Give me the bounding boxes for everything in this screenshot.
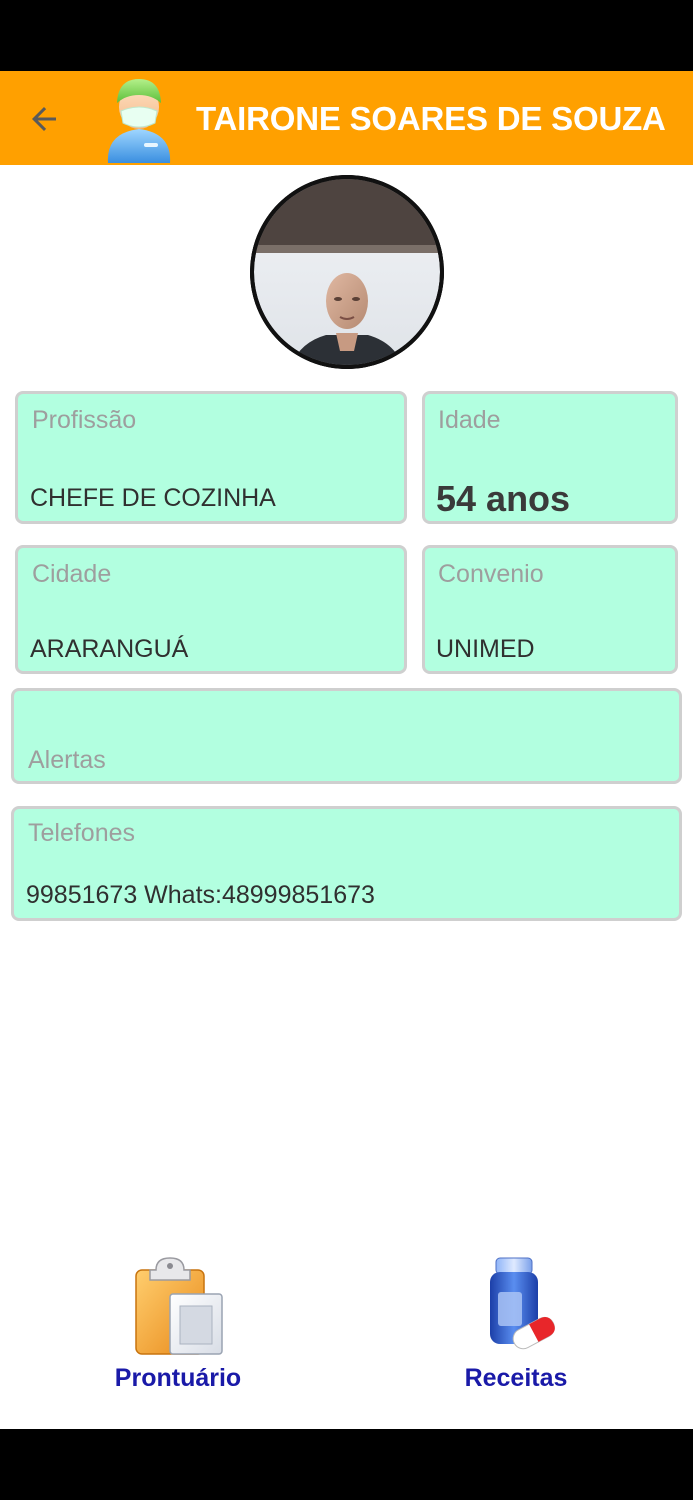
back-button[interactable] bbox=[20, 95, 68, 143]
profession-label: Profissão bbox=[32, 406, 137, 434]
system-nav-bar bbox=[0, 1429, 693, 1500]
profession-card: Profissão CHEFE DE COZINHA bbox=[15, 391, 407, 524]
age-card: Idade 54 anos bbox=[422, 391, 678, 524]
insurance-card: Convenio UNIMED bbox=[422, 545, 678, 674]
patient-name-title: TAIRONE SOARES DE SOUZA bbox=[196, 100, 666, 137]
patient-photo[interactable] bbox=[250, 175, 444, 369]
alerts-label: Alertas bbox=[28, 746, 106, 774]
phones-label: Telefones bbox=[28, 819, 136, 847]
arrow-back-icon bbox=[32, 107, 56, 131]
status-bar bbox=[0, 0, 693, 71]
patient-photo-image bbox=[250, 175, 444, 369]
age-value: 54 anos bbox=[436, 478, 571, 519]
receitas-label: Receitas bbox=[464, 1364, 568, 1392]
doctor-icon bbox=[107, 79, 171, 163]
prontuario-button[interactable]: Prontuário bbox=[100, 1254, 256, 1393]
city-value: ARARANGUÁ bbox=[30, 635, 189, 663]
receitas-button[interactable]: Receitas bbox=[438, 1254, 594, 1393]
insurance-label: Convenio bbox=[438, 560, 544, 588]
age-label: Idade bbox=[438, 406, 501, 434]
phones-value: 99851673 Whats:48999851673 bbox=[26, 881, 375, 909]
medicine-bottle-icon bbox=[490, 1257, 555, 1350]
clipboard-icon bbox=[135, 1257, 223, 1355]
city-label: Cidade bbox=[32, 560, 112, 588]
city-card: Cidade ARARANGUÁ bbox=[15, 545, 407, 674]
app-bar: TAIRONE SOARES DE SOUZA bbox=[0, 71, 693, 165]
alerts-card: Alertas bbox=[11, 688, 682, 784]
prontuario-label: Prontuário bbox=[114, 1364, 242, 1392]
profession-value: CHEFE DE COZINHA bbox=[30, 484, 276, 512]
insurance-value: UNIMED bbox=[436, 635, 535, 663]
phones-card: Telefones 99851673 Whats:48999851673 bbox=[11, 806, 682, 921]
